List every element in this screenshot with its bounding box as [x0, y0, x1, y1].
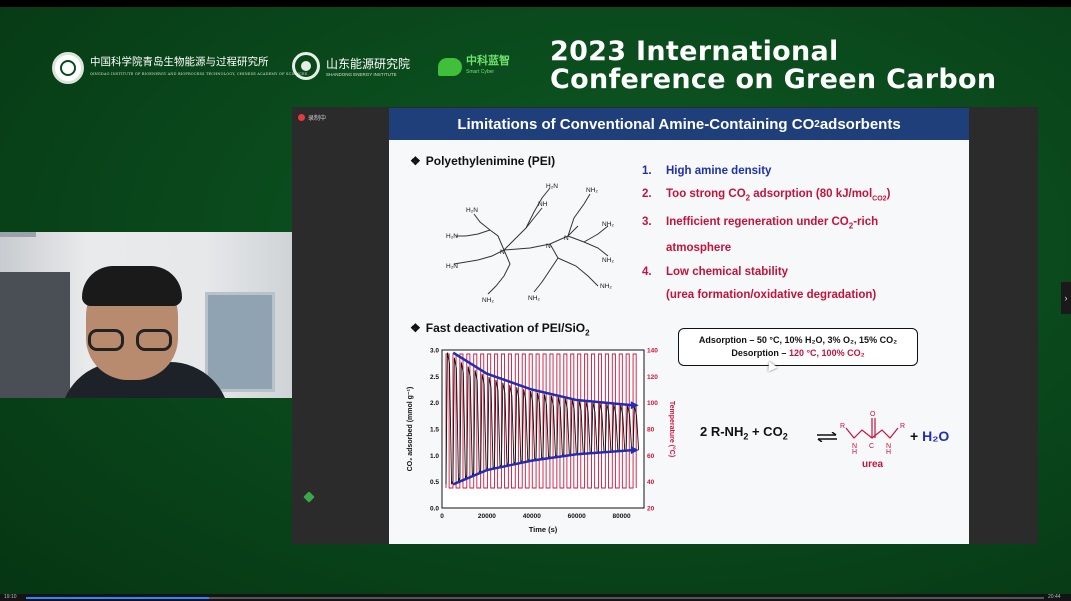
y2-tick-label: 100	[647, 400, 658, 407]
svg-text:C: C	[869, 443, 874, 450]
sdei-name-en: SHANDONG ENERGY INSTITUTE	[326, 72, 397, 77]
qibebt-name-cn: 中国科学院青岛生物能源与过程研究所	[90, 56, 269, 68]
urea-structure-icon: R N H O C N H R	[840, 411, 905, 454]
cas-seal-icon	[52, 52, 84, 84]
limitation-3: 3. Inefficient regeneration under CO2-ric…	[642, 215, 879, 231]
conference-title: 2023 International Conference on Green C…	[550, 38, 996, 94]
limitation-1: 1. High amine density	[642, 165, 772, 177]
adsorption-conditions: Adsorption – 50 °C, 10% H₂O, 3% O₂, 15% …	[698, 335, 898, 345]
y-tick-label: 3.0	[430, 348, 439, 355]
reaction-reactants: 2 R-NH2 + CO2	[700, 424, 788, 442]
y2-tick-label: 60	[647, 453, 655, 460]
x-axis-label: Time (s)	[529, 525, 558, 534]
qibebt-name-en: QINGDAO INSTITUTE OF BIOENERGY AND BIOPR…	[90, 72, 308, 76]
y-tick-label: 0.0	[430, 506, 439, 513]
svg-text:NH₂: NH₂	[528, 295, 540, 302]
y2-tick-label: 140	[647, 348, 658, 355]
video-name-tag	[0, 232, 36, 237]
y2-tick-label: 120	[647, 374, 658, 381]
wall-picture	[205, 292, 275, 392]
recording-label: 录制中	[308, 116, 327, 122]
svg-text:O: O	[870, 411, 876, 418]
limitation-2: 2. Too strong CO2 adsorption (80 kJ/molCO…	[642, 188, 891, 203]
svg-text:NH₂: NH₂	[602, 221, 614, 228]
y-tick-label: 2.5	[430, 374, 439, 381]
conditions-box: Adsorption – 50 °C, 10% H₂O, 3% O₂, 15% …	[678, 328, 918, 366]
y2-tick-label: 80	[647, 427, 655, 434]
bullet-pei: ❖ Polyethylenimine (PEI)	[410, 154, 556, 168]
limitation-4-continued: (urea formation/oxidative degradation)	[666, 289, 877, 302]
zhongke-name-en: Smart Cyber	[466, 69, 495, 75]
speaker-video[interactable]	[0, 232, 292, 398]
svg-text:R: R	[900, 423, 905, 430]
svg-text:N: N	[564, 235, 569, 242]
svg-text:H: H	[886, 449, 891, 454]
svg-text:H₂N: H₂N	[466, 207, 478, 214]
reaction-byproduct: + H₂O	[910, 428, 950, 444]
deactivation-chart: 0.0 0.5 1.0 1.5 2.0 2.5 3.0 20 40 60 80 100 120 140 0 2…	[407, 348, 676, 535]
svg-text:NH: NH	[538, 201, 548, 208]
svg-text:NH₂: NH₂	[586, 187, 598, 194]
limitations-list: 1. High amine density 2. Too strong CO2 ad…	[642, 160, 890, 307]
zhongke-name-cn: 中科蓝智	[466, 55, 510, 67]
limitation-3-continued: atmosphere	[666, 242, 732, 255]
x-tick-label: 80000	[613, 513, 631, 520]
y2-tick-label: 40	[647, 479, 655, 486]
desorption-conditions: Desorption – 120 °C, 100% CO₂	[731, 348, 865, 358]
playback-bar[interactable]: 19:10 20:44	[0, 594, 1071, 601]
total-time: 20:44	[1048, 594, 1061, 600]
diamond-bullet-icon: ❖	[410, 321, 421, 335]
svg-text:N: N	[546, 243, 551, 250]
x-tick-label: 0	[440, 513, 444, 520]
svg-text:NH₂: NH₂	[482, 297, 494, 304]
y-axis-label: CO₂ adsorbed (mmol g⁻¹)	[407, 387, 414, 472]
y2-axis-label: Temperature (°C)	[668, 401, 676, 457]
svg-text:NH₂: NH₂	[600, 283, 612, 290]
limitation-4: 4. Low chemical stability	[642, 265, 789, 278]
y-tick-label: 2.0	[430, 400, 439, 407]
next-arrow-icon[interactable]: ›	[1061, 282, 1071, 314]
zhongke-logo: 中科蓝智 Smart Cyber	[438, 56, 510, 78]
sdei-logo: 山东能源研究院 SHANDONG ENERGY INSTITUTE	[292, 52, 410, 80]
sdei-name-cn: 山东能源研究院	[326, 57, 411, 71]
conference-title-line1: 2023 International	[550, 36, 839, 67]
svg-text:H: H	[852, 449, 857, 454]
y-tick-label: 0.5	[430, 479, 439, 486]
svg-text:N: N	[500, 249, 505, 256]
x-tick-label: 60000	[568, 513, 586, 520]
y2-tick-label: 20	[647, 506, 655, 513]
qibebt-logo: 中国科学院青岛生物能源与过程研究所 QINGDAO INSTITUTE OF B…	[52, 50, 307, 86]
svg-text:R: R	[840, 423, 845, 430]
speaker-hair	[82, 266, 182, 306]
record-dot-icon	[298, 114, 305, 121]
pei-structure-diagram: H₂N NH N H₂N NH₂ NH₂ NH₂ NH₂ H₂N NH₂ H₂N…	[446, 183, 614, 304]
x-tick-label: 40000	[523, 513, 541, 520]
svg-text:NH₂: NH₂	[602, 257, 614, 264]
y-tick-label: 1.0	[430, 453, 439, 460]
glasses	[88, 329, 174, 351]
recording-indicator: 录制中	[298, 113, 326, 122]
bullet-deactivation: ❖ Fast deactivation of PEI/SiO2	[410, 321, 590, 338]
bookshelf	[0, 272, 70, 398]
urea-label: urea	[862, 459, 884, 470]
elapsed-time: 19:10	[4, 594, 17, 600]
equilibrium-arrow-icon	[817, 432, 837, 442]
x-tick-label: 20000	[478, 513, 496, 520]
leaf-icon	[438, 58, 462, 76]
progress-fill	[26, 597, 210, 599]
conference-title-line2: Conference on Green Carbon	[550, 64, 997, 95]
y-tick-label: 1.5	[430, 427, 439, 434]
svg-text:H₂N: H₂N	[446, 233, 458, 240]
svg-text:H₂N: H₂N	[446, 263, 458, 270]
slide-title: Limitations of Conventional Amine-Contai…	[389, 108, 969, 140]
window-top-bar	[0, 0, 1071, 7]
sdei-emblem-icon	[292, 52, 320, 80]
svg-text:H₂N: H₂N	[546, 183, 558, 190]
diamond-bullet-icon: ❖	[410, 154, 421, 168]
